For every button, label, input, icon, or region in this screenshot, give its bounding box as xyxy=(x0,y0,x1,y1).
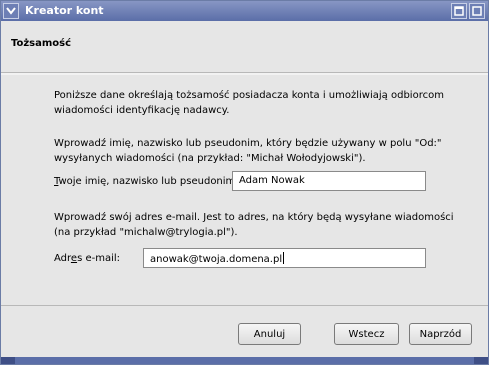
email-input-value: anowak@twoja.domena.pl xyxy=(150,254,283,265)
page-header: Tożsamość xyxy=(1,21,488,73)
email-instructions: Wprowadź swój adres e-mail. Jest to adre… xyxy=(54,210,474,240)
minimize-button[interactable] xyxy=(451,3,467,19)
intro-line-1: Poniższe dane określają tożsamość posiad… xyxy=(54,90,444,101)
footer-divider xyxy=(1,305,488,306)
wizard-window: Kreator kont Tożsamość Poniższe dane okr… xyxy=(0,0,489,365)
resize-corner-left[interactable] xyxy=(1,357,15,364)
close-icon xyxy=(472,6,482,16)
window-menu-button[interactable] xyxy=(3,3,19,19)
text-cursor xyxy=(283,252,285,264)
email-input[interactable]: anowak@twoja.domena.pl xyxy=(143,248,426,268)
window-bottom-border[interactable] xyxy=(1,357,488,364)
window-title: Kreator kont xyxy=(25,4,104,17)
close-button[interactable] xyxy=(469,3,485,19)
back-button[interactable]: Wstecz xyxy=(334,323,399,345)
name-instructions: Wprowadź imię, nazwisko lub pseudonim, k… xyxy=(54,136,474,166)
intro-line-2: wiadomości identyfikację nadawcy. xyxy=(54,105,230,116)
name-instructions-line-1: Wprowadź imię, nazwisko lub pseudonim, k… xyxy=(54,138,442,149)
email-instructions-line-2: (na przykład "michalw@trylogia.pl"). xyxy=(54,227,238,238)
name-instructions-line-2: wysyłanych wiadomości (na przykład: "Mic… xyxy=(54,153,366,164)
email-field-label: Adres e-mail: xyxy=(54,253,121,264)
next-button[interactable]: Naprzód xyxy=(409,323,472,345)
name-field-label: Twoje imię, nazwisko lub pseudonim: xyxy=(54,176,239,187)
email-instructions-line-1: Wprowadź swój adres e-mail. Jest to adre… xyxy=(54,212,454,223)
title-bar[interactable]: Kreator kont xyxy=(1,1,488,21)
intro-text: Poniższe dane określają tożsamość posiad… xyxy=(54,88,474,118)
resize-corner-right[interactable] xyxy=(474,357,488,364)
page-title: Tożsamość xyxy=(11,38,72,49)
cancel-button[interactable]: Anuluj xyxy=(238,323,301,345)
restore-icon xyxy=(454,6,464,16)
header-divider xyxy=(1,72,488,75)
name-input[interactable]: Adam Nowak xyxy=(232,171,426,191)
chevron-down-icon xyxy=(6,7,16,15)
